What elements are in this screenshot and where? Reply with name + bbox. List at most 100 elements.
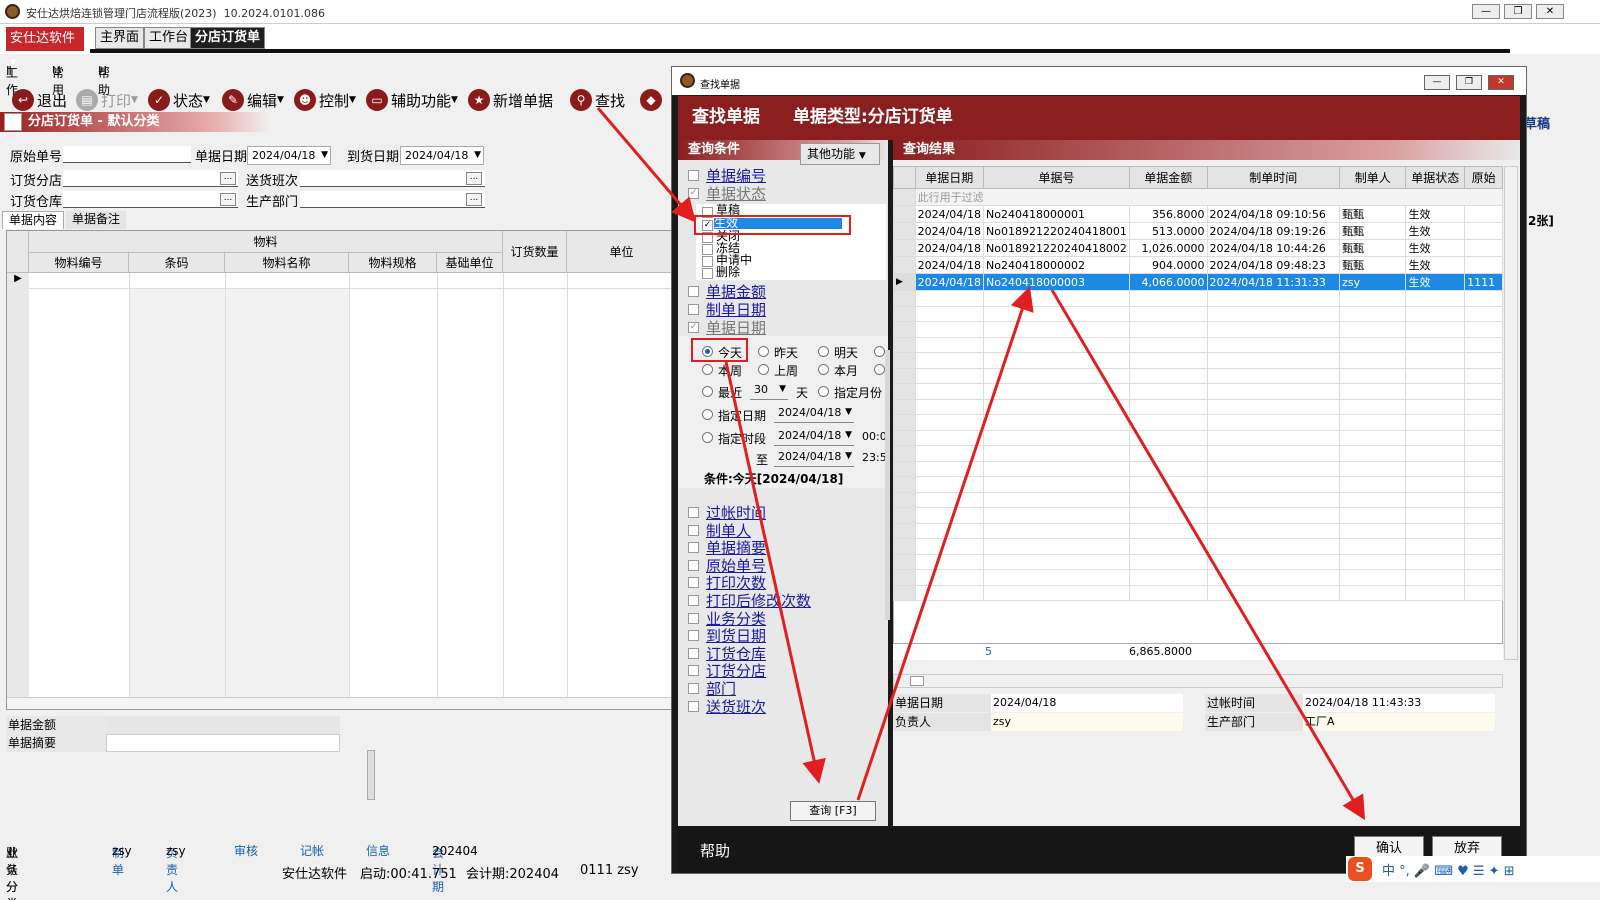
shift-input[interactable] — [300, 170, 485, 187]
orig-no-input[interactable] — [63, 146, 191, 163]
cond-docno-checkbox[interactable] — [688, 170, 699, 181]
col-unit[interactable]: 单位 — [567, 231, 673, 273]
find-button[interactable]: ⚲ 查找 — [570, 89, 625, 111]
result-row[interactable]: 2024/04/18 No240418000002 904.0000 2024/04/… — [893, 256, 1503, 274]
dialog-close-button[interactable]: ✕ — [1488, 75, 1514, 90]
state-deleted-checkbox[interactable] — [702, 268, 713, 279]
splitter-handle[interactable] — [367, 750, 375, 800]
tab-doc-content[interactable]: 单据内容 — [2, 211, 65, 229]
cond-extra-checkbox[interactable] — [688, 507, 699, 518]
rcol-no[interactable]: 单据号 — [983, 166, 1130, 189]
col-material-name[interactable]: 物料名称 — [225, 253, 349, 273]
range-from-picker[interactable]: 2024/04/18 — [774, 427, 854, 446]
radio-last-week[interactable] — [758, 364, 769, 375]
radio-spec-range[interactable] — [702, 432, 713, 443]
cond-doc-date-checkbox[interactable]: ✓ — [688, 322, 699, 333]
aux-button[interactable]: ▭ 辅助功能 ▼ — [366, 89, 458, 111]
cond-extra-checkbox[interactable] — [688, 647, 699, 659]
col-material-no[interactable]: 物料编号 — [29, 253, 129, 273]
radio-this-week[interactable] — [702, 364, 713, 375]
help-link[interactable]: 帮助 — [700, 840, 730, 861]
exit-button[interactable]: ↩ 退出 — [12, 89, 67, 111]
sogou-icon[interactable]: S — [1348, 857, 1372, 881]
state-frozen-checkbox[interactable] — [702, 244, 713, 255]
more-functions-dropdown[interactable]: 其他功能 ▼ — [800, 143, 880, 165]
radio-more[interactable] — [874, 346, 885, 357]
cond-extra-checkbox[interactable] — [688, 683, 699, 694]
tab-branch-order[interactable]: 分店订货单 — [190, 27, 266, 49]
range-to-picker[interactable]: 2024/04/18 — [774, 448, 854, 467]
filter-row[interactable]: 此行用于过滤 — [893, 188, 1504, 206]
radio-yesterday[interactable] — [758, 346, 769, 357]
cond-extra-checkbox[interactable] — [688, 559, 699, 571]
shift-browse-button[interactable]: ... — [466, 172, 482, 185]
cond-extra-item[interactable]: 送货班次 — [706, 696, 766, 717]
close-button[interactable]: ✕ — [1536, 4, 1564, 19]
cond-make-date-checkbox[interactable] — [688, 304, 699, 315]
new-doc-button[interactable]: ★ 新增单据 — [468, 89, 553, 111]
ime-mode-icon[interactable]: 中 °, 🎤 ⌨ ♥ ☰ ✦ ⊞ — [1382, 860, 1515, 879]
edit-button[interactable]: ✎ 编辑 ▼ — [222, 89, 284, 111]
summary-input[interactable] — [106, 734, 340, 752]
col-barcode[interactable]: 条码 — [129, 253, 225, 273]
minimize-button[interactable]: — — [1472, 4, 1500, 19]
rcol-time[interactable]: 制单时间 — [1206, 166, 1341, 189]
cond-state[interactable]: 单据状态 — [706, 183, 766, 204]
extra-button[interactable]: ◆ — [640, 89, 665, 111]
radio-recent[interactable] — [702, 386, 713, 397]
state-applying-checkbox[interactable] — [702, 256, 713, 267]
col-spec[interactable]: 物料规格 — [349, 253, 437, 273]
range-from-time[interactable]: 00:0 — [862, 430, 887, 443]
rcol-state[interactable]: 单据状态 — [1405, 166, 1466, 189]
spec-date-picker[interactable]: 2024/04/18 — [774, 404, 854, 423]
grid-row[interactable] — [29, 273, 673, 289]
query-button[interactable]: 查询 [F3] — [790, 801, 876, 821]
result-row[interactable]: 2024/04/18 No018921220240418002 1,026.0000… — [893, 239, 1503, 257]
results-vscrollbar[interactable] — [1504, 166, 1518, 660]
cond-doc-date[interactable]: 单据日期 — [706, 317, 766, 338]
tab-workbench[interactable]: 工作台 — [144, 27, 194, 49]
cond-extra-checkbox[interactable] — [688, 665, 699, 677]
status-button[interactable]: ✓ 状态 ▼ — [148, 89, 210, 111]
control-button[interactable]: ☻ 控制 ▼ — [294, 89, 356, 111]
rcol-orig[interactable]: 原始 — [1464, 166, 1503, 189]
conditions-scrollbar[interactable] — [885, 350, 890, 620]
result-row[interactable]: 2024/04/18 No018921220240418001 513.0000 20… — [893, 222, 1503, 240]
cond-extra-checkbox[interactable] — [688, 577, 699, 589]
warehouse-input[interactable] — [63, 191, 238, 208]
result-row[interactable]: ▶ 2024/04/18 No240418000003 4,066.0000 2024/… — [893, 273, 1503, 291]
radio-spec-date[interactable] — [702, 409, 713, 420]
cond-extra-checkbox[interactable] — [688, 612, 699, 624]
result-row[interactable]: 2024/04/18 No240418000001 356.8000 2024/04/… — [893, 205, 1503, 223]
dialog-minimize-button[interactable]: — — [1424, 75, 1450, 90]
cond-extra-checkbox[interactable] — [688, 542, 699, 554]
rcol-date[interactable]: 单据日期 — [914, 166, 985, 189]
dialog-maximize-button[interactable]: ❐ — [1456, 75, 1482, 90]
rcol-amount[interactable]: 单据金额 — [1128, 166, 1208, 189]
tab-main[interactable]: 主界面 — [95, 27, 145, 49]
warehouse-browse-button[interactable]: ... — [220, 193, 236, 206]
cond-amount-checkbox[interactable] — [688, 286, 699, 297]
radio-this-month[interactable] — [818, 364, 829, 375]
cond-extra-checkbox[interactable] — [688, 595, 699, 606]
arrive-date-picker[interactable]: 2024/04/18 — [400, 146, 484, 165]
range-to-time[interactable]: 23:5 — [862, 451, 887, 464]
cond-extra-checkbox[interactable] — [688, 700, 699, 712]
branch-input[interactable] — [63, 170, 238, 187]
results-hscrollbar[interactable] — [893, 674, 1503, 688]
brand-menu-button[interactable]: 安仕达软件 ▾ — [6, 27, 84, 70]
cond-extra-checkbox[interactable] — [688, 630, 699, 642]
print-button[interactable]: ▤ 打印 ▼ — [76, 89, 138, 111]
branch-browse-button[interactable]: ... — [220, 172, 236, 185]
filter-hint[interactable]: 此行用于过滤 — [914, 188, 1504, 206]
col-base-unit[interactable]: 基础单位 — [437, 253, 503, 273]
dept-browse-button[interactable]: ... — [466, 193, 482, 206]
tab-doc-note[interactable]: 单据备注 — [66, 211, 127, 229]
radio-more2[interactable] — [874, 364, 885, 375]
doc-date-picker[interactable]: 2024/04/18 — [247, 146, 331, 165]
radio-spec-month[interactable] — [818, 386, 829, 397]
recent-days-select[interactable]: 30 — [750, 381, 788, 400]
cond-extra-checkbox[interactable] — [688, 524, 699, 536]
cond-state-checkbox[interactable]: ✓ — [688, 188, 699, 199]
maximize-button[interactable]: ❐ — [1504, 4, 1532, 19]
